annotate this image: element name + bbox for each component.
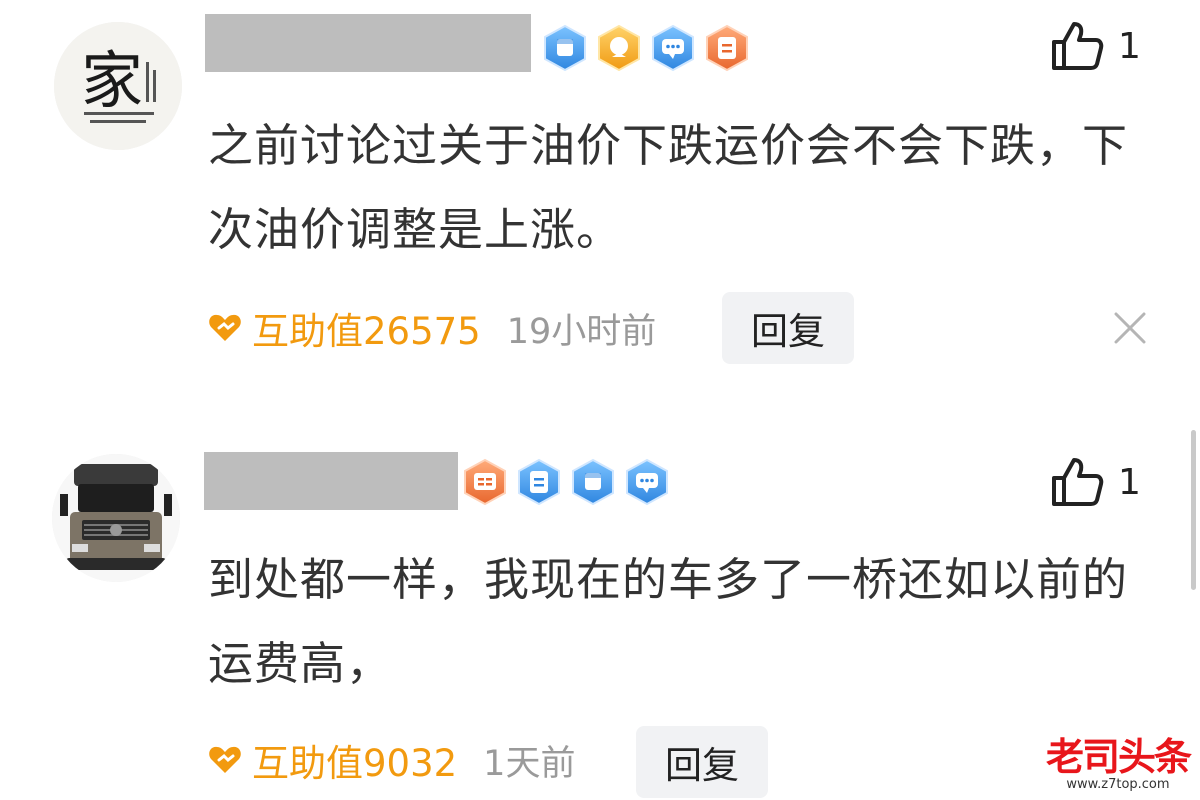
badge-row	[462, 458, 670, 506]
watermark-url: www.z7top.com	[1066, 777, 1170, 792]
watermark-logo: 老司头条 www.z7top.com	[1045, 735, 1192, 792]
comment-text: 到处都一样，我现在的车多了一桥还如以前的运费高，	[208, 553, 1129, 690]
thumbs-up-icon	[1052, 22, 1104, 70]
like-count: 1	[1118, 461, 1141, 503]
help-value: 互助值9032	[252, 742, 458, 785]
scrollbar[interactable]	[1191, 430, 1196, 590]
reply-button[interactable]: 回复	[636, 726, 768, 798]
help-value: 互助值26575	[252, 310, 481, 353]
calligraphy-avatar-icon[interactable]: 家	[54, 22, 182, 150]
chat-badge-icon[interactable]	[650, 24, 696, 72]
thumbs-up-icon	[1052, 458, 1104, 506]
heart-help-icon	[209, 314, 241, 341]
chat-badge-icon[interactable]	[624, 458, 670, 506]
comment-text: 之前讨论过关于油价下跌运价会不会下跌，下次油价调整是上涨。	[208, 119, 1129, 256]
doc-badge-icon[interactable]	[704, 24, 750, 72]
note-badge-icon[interactable]	[516, 458, 562, 506]
svg-text:家: 家	[81, 44, 143, 117]
comment-meta: 互助值26575 19小时前	[208, 304, 657, 353]
close-icon[interactable]	[1112, 310, 1148, 346]
comment-item: 家 1 之前讨论过关于油价下跌运价会不会下跌，下次油价调整是上涨。 互助值265…	[0, 0, 1200, 400]
doc-badge-icon[interactable]	[462, 458, 508, 506]
like-count: 1	[1118, 25, 1141, 67]
comment-time: 1天前	[483, 743, 576, 784]
like-button[interactable]: 1	[1050, 20, 1141, 72]
heart-help-icon	[209, 746, 241, 773]
fist-badge-icon[interactable]	[542, 24, 588, 72]
medal-badge-icon[interactable]	[596, 24, 642, 72]
comment-time: 19小时前	[506, 311, 657, 352]
like-button[interactable]: 1	[1050, 456, 1141, 508]
username-redacted[interactable]	[205, 14, 531, 72]
badge-row	[542, 24, 750, 72]
fist-badge-icon[interactable]	[570, 458, 616, 506]
reply-button[interactable]: 回复	[722, 292, 854, 364]
watermark-text: 老司头条	[1045, 735, 1192, 779]
comment-meta: 互助值9032 1天前	[208, 736, 576, 785]
comment-item: 1 到处都一样，我现在的车多了一桥还如以前的运费高， 互助值9032 1天前 回…	[0, 400, 1200, 800]
truck-avatar-icon[interactable]	[52, 454, 180, 582]
username-redacted[interactable]	[204, 452, 458, 510]
